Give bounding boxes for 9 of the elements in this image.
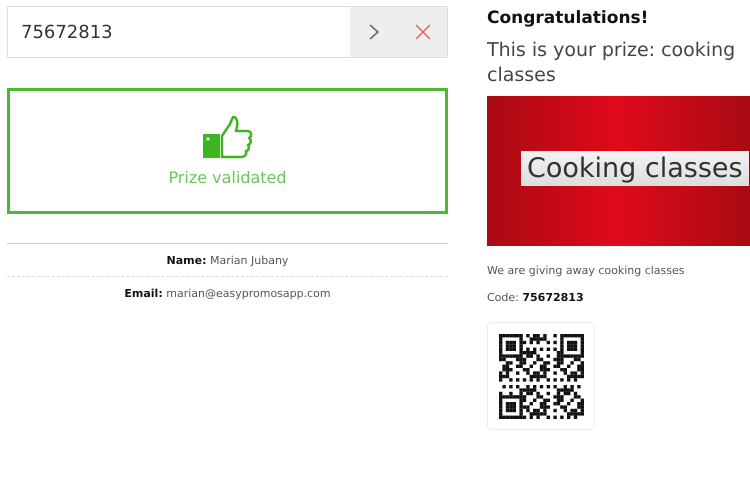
heading: Congratulations! bbox=[487, 8, 650, 28]
thumbs-up-icon bbox=[202, 116, 252, 160]
banner-text: Cooking classes bbox=[521, 151, 749, 186]
prize-code: Code: 75672813 bbox=[487, 291, 585, 304]
prize-description: We are giving away cooking classes bbox=[487, 264, 686, 277]
prize-title: This is your prize: cooking classes bbox=[487, 38, 736, 88]
detail-text: Email: marian@easypromosapp.com bbox=[124, 287, 331, 300]
validation-message: Prize validated bbox=[168, 168, 287, 186]
detail-text: Name: Marian Jubany bbox=[166, 254, 288, 267]
